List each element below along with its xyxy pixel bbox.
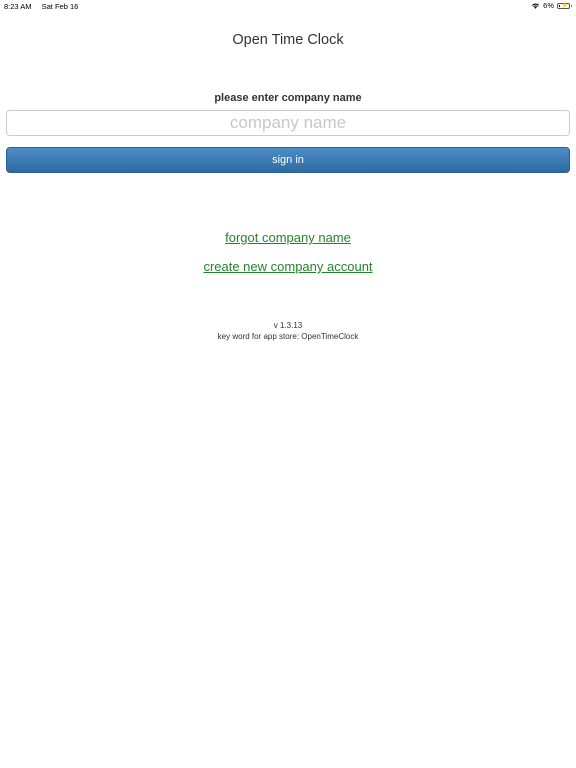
wifi-icon: [532, 3, 540, 9]
status-time: 8:23 AM: [4, 2, 32, 11]
app-store-keyword-text: key word for app store: OpenTimeClock: [217, 332, 359, 341]
battery-charging-icon: ⚡: [557, 2, 572, 9]
company-name-input[interactable]: [6, 110, 570, 136]
company-name-prompt: please enter company name: [214, 92, 362, 104]
battery-percent: 6%: [543, 1, 554, 10]
page-title: Open Time Clock: [232, 32, 344, 48]
forgot-company-name-row: forgot company name: [0, 230, 576, 245]
battery-level-fill: [559, 4, 560, 7]
create-account-row: create new company account: [0, 259, 576, 274]
forgot-company-name-link[interactable]: forgot company name: [225, 230, 351, 245]
version-text: v 1.3.13: [273, 321, 303, 330]
sign-in-button[interactable]: sign in: [6, 147, 570, 173]
status-bar: 8:23 AM Sat Feb 16 6% ⚡: [0, 0, 576, 12]
bolt-icon: ⚡: [561, 2, 569, 9]
status-right: 6% ⚡: [531, 1, 572, 10]
status-left: 8:23 AM Sat Feb 16: [4, 2, 78, 11]
create-company-account-link[interactable]: create new company account: [203, 259, 372, 274]
status-date: Sat Feb 16: [41, 2, 79, 11]
